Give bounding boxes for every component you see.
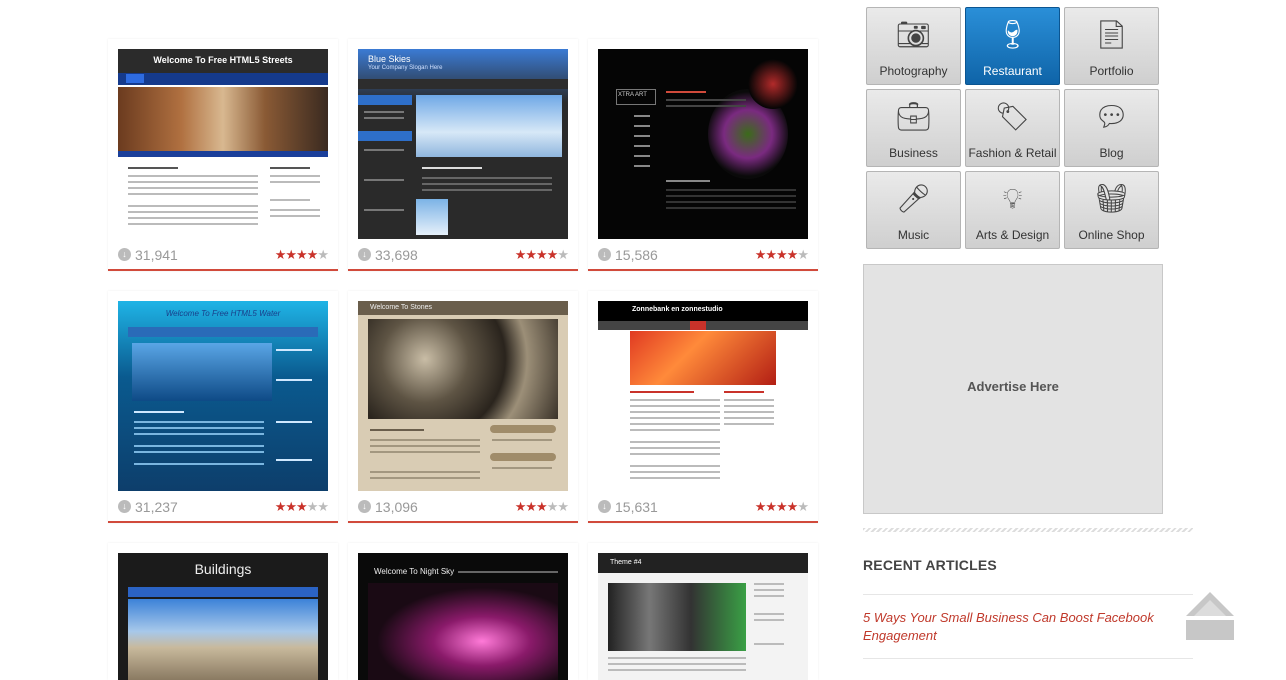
template-thumbnail[interactable]: Theme #4 [598,553,808,680]
separator [863,658,1193,659]
category-photography[interactable]: 📷︎ Photography [866,7,961,85]
star-rating: ★★★★★ [514,247,569,262]
template-card[interactable]: Zonnebank en zonnestudio ↓ 15,631 ★★★★★ [588,291,818,523]
template-title: Buildings [194,561,252,577]
card-underline [108,269,338,271]
card-underline [348,521,578,523]
category-label: Blog [1099,146,1124,160]
template-title: Zonnebank en zonnestudio [632,306,723,313]
card-underline [348,269,578,271]
star-rating: ★★★★★ [514,499,569,514]
template-thumbnail[interactable]: Blue Skies Your Company Slogan Here [358,49,568,239]
star-rating: ★★★★★ [274,247,329,262]
category-arts-design[interactable]: 💡︎ Arts & Design [965,171,1060,249]
category-online-shop[interactable]: 🧺︎ Online Shop [1064,171,1159,249]
briefcase-icon: 💼︎ [895,101,932,132]
template-title: Theme #4 [610,559,642,566]
template-card[interactable]: Welcome To Free HTML5 Water ↓ 31,237 ★★★… [108,291,338,523]
template-title: Welcome To Stones [370,304,432,311]
download-icon: ↓ [358,248,371,261]
template-card[interactable]: Welcome To Night Sky [348,543,578,680]
download-count: 31,941 [135,247,178,263]
category-label: Fashion & Retail [968,146,1057,160]
template-thumbnail[interactable]: Welcome To Free HTML5 Water [118,301,328,491]
download-icon: ↓ [358,500,371,513]
download-icon: ↓ [118,500,131,513]
template-thumbnail[interactable]: Buildings [118,553,328,680]
category-label: Photography [879,64,948,78]
template-thumbnail[interactable]: Zonnebank en zonnestudio [598,301,808,491]
advert-box[interactable]: Advertise Here [863,264,1163,514]
template-title: Welcome To Free HTML5 Streets [153,55,293,65]
arrow-up-icon [1186,592,1234,640]
download-count: 33,698 [375,247,418,263]
advert-label: Advertise Here [967,379,1059,394]
category-fashion-retail[interactable]: 🏷︎ Fashion & Retail [965,89,1060,167]
category-label: Arts & Design [975,228,1050,242]
download-icon: ↓ [598,500,611,513]
download-count: 15,586 [615,247,658,263]
download-icon: ↓ [598,248,611,261]
back-to-top-button[interactable] [1184,590,1236,642]
lightbulb-icon: 💡︎ [1002,183,1023,214]
shopping-basket-icon: 🧺︎ [1093,183,1130,214]
star-rating: ★★★★★ [754,499,809,514]
category-label: Online Shop [1078,228,1145,242]
template-slogan: Your Company Slogan Here [368,65,443,71]
card-underline [108,521,338,523]
download-icon: ↓ [118,248,131,261]
template-card[interactable]: Theme #4 [588,543,818,680]
template-thumbnail[interactable]: XTRA ART [598,49,808,239]
template-card[interactable]: Blue Skies Your Company Slogan Here ↓ 33… [348,39,578,271]
speech-bubbles-icon: 💬︎ [1093,101,1130,132]
template-card[interactable]: Welcome To Free HTML5 Streets ↓ 31,941 ★… [108,39,338,271]
card-underline [588,521,818,523]
section-divider [863,528,1193,532]
template-card[interactable]: Welcome To Stones ↓ 13,096 ★★★★★ [348,291,578,523]
card-underline [588,269,818,271]
recent-articles-heading: RECENT ARTICLES [863,557,997,573]
template-title: XTRA ART [618,92,647,98]
template-thumbnail[interactable]: Welcome To Night Sky [358,553,568,680]
star-rating: ★★★★★ [274,499,329,514]
category-grid: 📷︎ Photography 🍷︎ Restaurant 📄︎ Portfoli… [864,6,1164,254]
template-card[interactable]: XTRA ART ↓ 15,586 ★★★★★ [588,39,818,271]
wine-glasses-icon: 🍷︎ [994,19,1031,50]
template-title: Welcome To Free HTML5 Water [165,309,281,318]
template-title: Blue Skies [368,54,411,64]
download-count: 31,237 [135,499,178,515]
camera-icon: 📷︎ [895,19,932,50]
category-portfolio[interactable]: 📄︎ Portfolio [1064,7,1159,85]
microphone-icon: 🎤︎ [895,183,932,214]
template-title: Welcome To Night Sky [374,567,455,576]
category-music[interactable]: 🎤︎ Music [866,171,961,249]
category-label: Business [889,146,938,160]
price-tag-icon: 🏷︎ [994,101,1031,132]
separator [863,594,1193,595]
star-rating: ★★★★★ [754,247,809,262]
download-count: 13,096 [375,499,418,515]
download-count: 15,631 [615,499,658,515]
category-blog[interactable]: 💬︎ Blog [1064,89,1159,167]
cv-document-icon: 📄︎ [1093,19,1130,50]
category-restaurant[interactable]: 🍷︎ Restaurant [965,7,1060,85]
template-card[interactable]: Buildings [108,543,338,680]
category-label: Portfolio [1089,64,1134,78]
category-label: Restaurant [983,64,1042,78]
article-link[interactable]: 5 Ways Your Small Business Can Boost Fac… [863,609,1163,645]
category-label: Music [897,228,930,242]
category-business[interactable]: 💼︎ Business [866,89,961,167]
template-thumbnail[interactable]: Welcome To Stones [358,301,568,491]
template-thumbnail[interactable]: Welcome To Free HTML5 Streets [118,49,328,239]
